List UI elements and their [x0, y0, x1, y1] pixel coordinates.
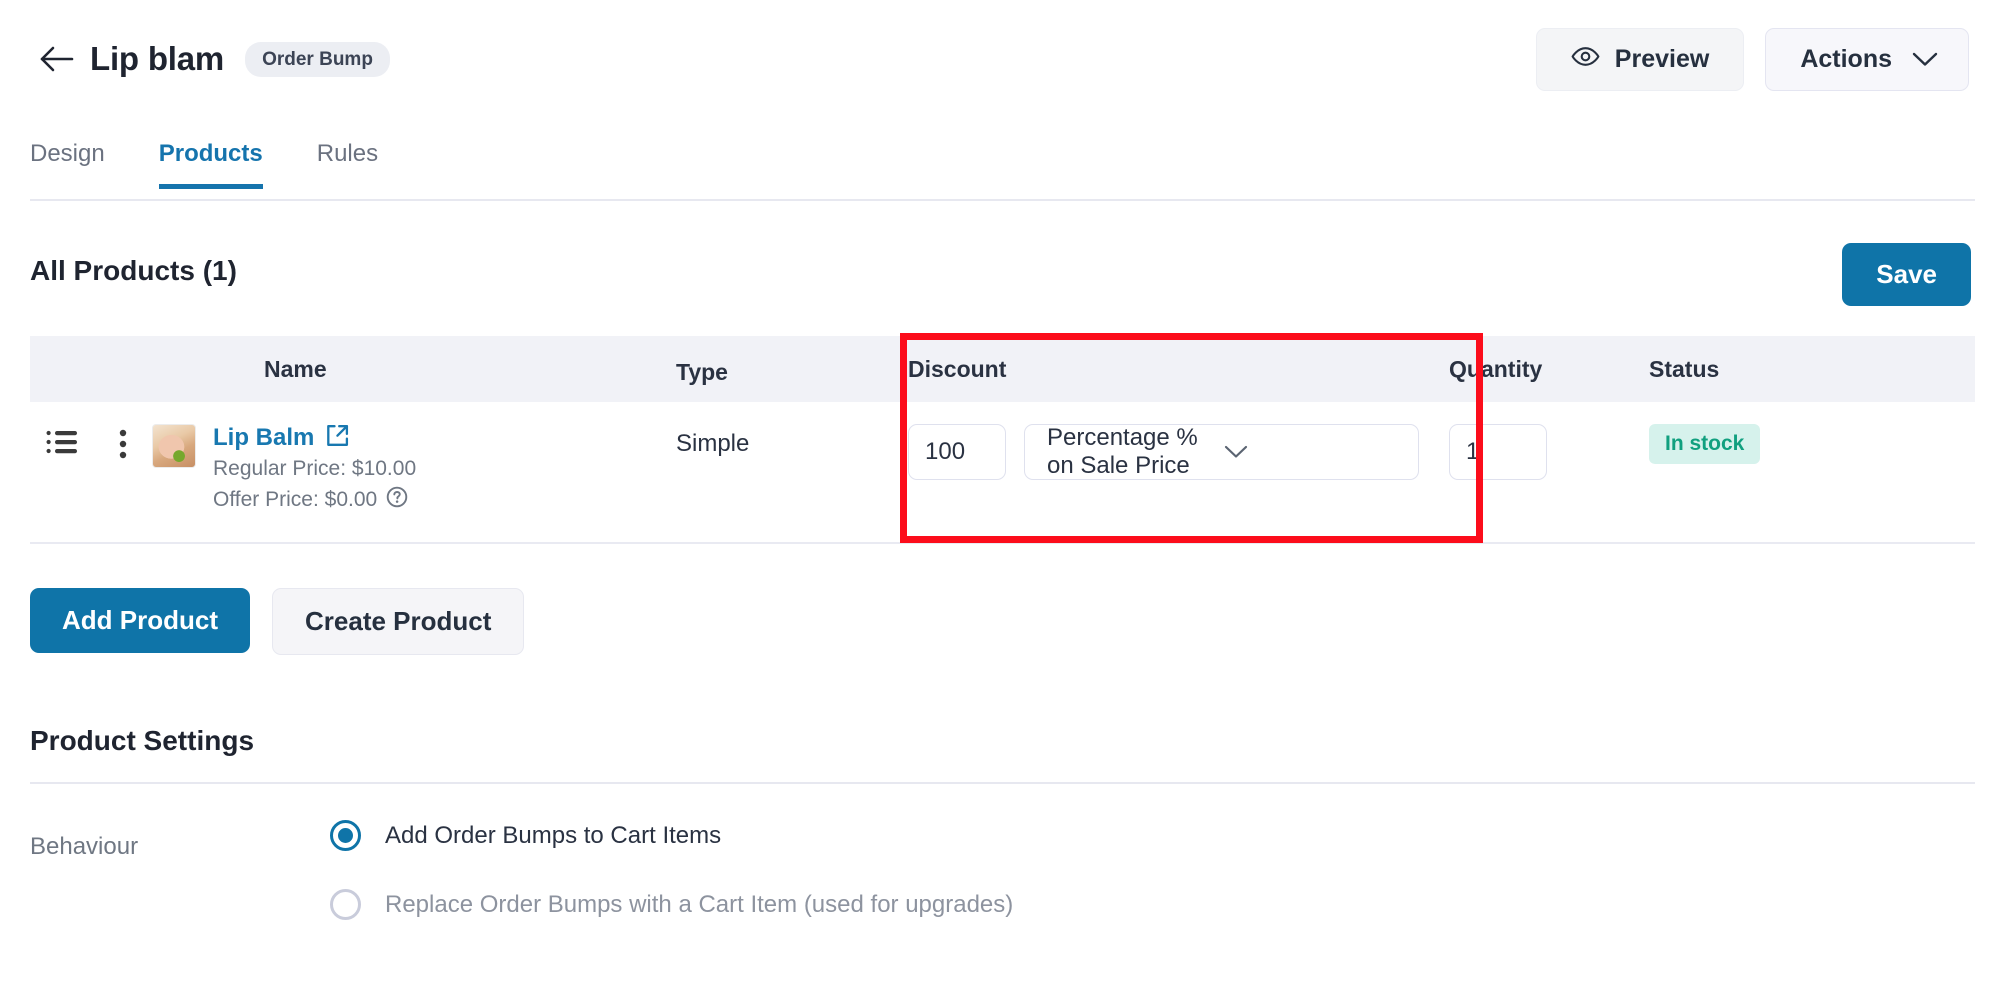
- product-thumbnail: [152, 424, 196, 468]
- page-title: Lip blam: [90, 40, 225, 77]
- save-button[interactable]: Save: [1842, 243, 1971, 306]
- create-product-button[interactable]: Create Product: [272, 588, 525, 655]
- tab-design[interactable]: Design: [30, 140, 105, 189]
- radio-indicator-unselected[interactable]: [330, 889, 361, 920]
- arrow-left-icon[interactable]: [34, 36, 80, 82]
- radio-option-add-order-bumps[interactable]: Add Order Bumps to Cart Items: [330, 820, 1013, 851]
- header-spacer-handle: [30, 367, 94, 372]
- add-product-button[interactable]: Add Product: [30, 588, 250, 653]
- discount-type-select[interactable]: Percentage % on Sale Price: [1024, 424, 1419, 480]
- product-link[interactable]: Lip Balm: [213, 424, 314, 452]
- column-header-quantity: Quantity: [1449, 355, 1543, 382]
- discount-type-value: Percentage % on Sale Price: [1047, 424, 1198, 479]
- order-bump-products-page: Lip blam Order Bump Preview Actions Desi…: [0, 0, 1999, 985]
- product-settings-divider: [30, 782, 1975, 784]
- regular-price: Regular Price: $10.00: [213, 457, 416, 481]
- column-header-status: Status: [1649, 355, 1720, 382]
- tab-products[interactable]: Products: [158, 140, 263, 189]
- all-products-heading: All Products (1): [30, 255, 237, 286]
- header-spacer-menu: [94, 367, 152, 372]
- order-bump-badge: Order Bump: [245, 41, 390, 77]
- column-header-type: Type: [676, 358, 728, 385]
- page-header: Lip blam Order Bump Preview Actions: [0, 18, 1999, 100]
- status-badge: In stock: [1649, 424, 1761, 464]
- radio-label-replace: Replace Order Bumps with a Cart Item (us…: [385, 890, 1014, 918]
- actions-label: Actions: [1800, 44, 1892, 73]
- row-menu-cell: [94, 424, 152, 464]
- quantity-cell: [1449, 424, 1649, 480]
- list-reorder-icon[interactable]: [46, 429, 78, 460]
- status-cell: In stock: [1649, 424, 1929, 464]
- offer-price: Offer Price: $0.00: [213, 486, 416, 514]
- more-vertical-icon[interactable]: [119, 429, 127, 464]
- chevron-down-icon: [1224, 438, 1401, 466]
- eye-icon: [1571, 45, 1600, 74]
- tab-rules[interactable]: Rules: [317, 140, 378, 189]
- product-info: Lip Balm Regular Price: $10.00 Offer Pri…: [213, 424, 416, 514]
- discount-cell: Percentage % on Sale Price: [886, 424, 1449, 480]
- actions-button[interactable]: Actions: [1765, 27, 1969, 91]
- external-link-icon[interactable]: [326, 424, 349, 452]
- tab-bar: Design Products Rules: [30, 140, 432, 189]
- product-type-cell: Simple: [676, 424, 886, 458]
- preview-button[interactable]: Preview: [1535, 27, 1745, 91]
- help-circle-icon[interactable]: [386, 486, 408, 514]
- chevron-down-icon: [1912, 45, 1938, 74]
- product-type-value: Simple: [676, 430, 750, 457]
- radio-label-add: Add Order Bumps to Cart Items: [385, 821, 722, 849]
- discount-controls: Percentage % on Sale Price: [886, 424, 1449, 480]
- behaviour-label: Behaviour: [30, 833, 139, 860]
- product-name-line: Lip Balm: [213, 424, 416, 452]
- table-row: Lip Balm Regular Price: $10.00 Offer Pri…: [30, 402, 1975, 544]
- discount-value-input[interactable]: [908, 424, 1006, 480]
- tab-divider: [30, 199, 1975, 201]
- product-settings-heading: Product Settings: [30, 725, 255, 756]
- column-header-name: Name: [264, 355, 327, 382]
- radio-option-replace-order-bumps[interactable]: Replace Order Bumps with a Cart Item (us…: [330, 889, 1013, 920]
- column-header-discount: Discount: [908, 355, 1007, 382]
- products-table: Name Type Discount Quantity Status Lip B…: [30, 336, 1975, 544]
- offer-price-text: Offer Price: $0.00: [213, 488, 378, 511]
- table-header-row: Name Type Discount Quantity Status: [30, 336, 1975, 402]
- behaviour-radio-group: Add Order Bumps to Cart Items Replace Or…: [330, 820, 1013, 958]
- quantity-input[interactable]: [1449, 424, 1547, 480]
- regular-price-text: Regular Price: $10.00: [213, 457, 417, 480]
- preview-label: Preview: [1614, 44, 1710, 73]
- header-actions: Preview Actions: [1535, 27, 1969, 91]
- drag-handle-cell: [30, 424, 94, 460]
- radio-indicator-selected[interactable]: [330, 820, 361, 851]
- product-name-cell: Lip Balm Regular Price: $10.00 Offer Pri…: [152, 424, 676, 514]
